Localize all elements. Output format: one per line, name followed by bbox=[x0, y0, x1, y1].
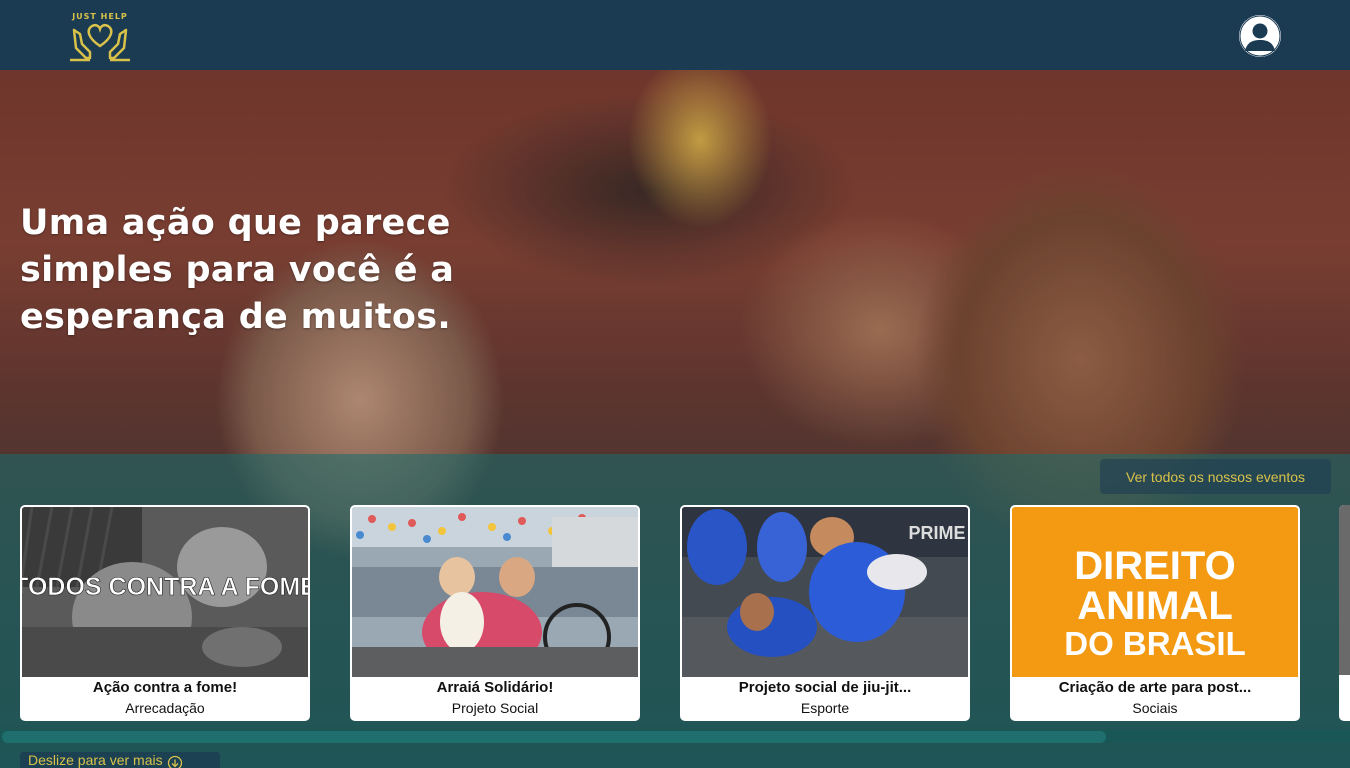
event-image-jiu-jitsu: PRIME bbox=[682, 507, 968, 677]
user-avatar-icon[interactable] bbox=[1239, 15, 1281, 57]
hero-headline: Uma ação que parece simples para você é … bbox=[20, 203, 455, 337]
event-card-category: Sociais bbox=[1132, 700, 1178, 716]
event-card-title: Arraiá Solidário! bbox=[436, 679, 554, 696]
event-card-title: Projeto social de jiu-jit... bbox=[738, 679, 912, 696]
event-card-1[interactable]: TODOS CONTRA A FOME Ação contra a fome! … bbox=[20, 505, 310, 721]
hero-banner: Uma ação que parece simples para você é … bbox=[0, 70, 1350, 768]
svg-text:JUST HELP: JUST HELP bbox=[71, 12, 128, 21]
event-card-3[interactable]: PRIME Projeto social de jiu-jit... Espor… bbox=[680, 505, 970, 721]
event-card-category: Esporte bbox=[800, 700, 850, 716]
see-all-events-button[interactable]: Ver todos os nossos eventos bbox=[1100, 459, 1331, 494]
event-card-2[interactable]: Arraiá Solidário! Projeto Social bbox=[350, 505, 640, 721]
just-help-logo[interactable]: JUST HELP bbox=[68, 8, 132, 64]
carousel-scrollbar-thumb[interactable] bbox=[2, 731, 1106, 743]
scroll-hint[interactable]: Deslize para ver mais bbox=[20, 752, 220, 768]
event-card-title: Ação contra a fome! bbox=[92, 679, 238, 696]
svg-text:TODOS CONTRA A FOME: TODOS CONTRA A FOME bbox=[22, 573, 308, 601]
event-image-animal-rights: DIREITO ANIMAL DO BRASIL bbox=[1012, 507, 1298, 677]
svg-text:DIREITO: DIREITO bbox=[1074, 544, 1236, 588]
svg-text:ANIMAL: ANIMAL bbox=[1077, 584, 1233, 628]
svg-text:PRIME: PRIME bbox=[908, 523, 965, 543]
event-card-category: Projeto Social bbox=[451, 700, 539, 716]
svg-text:DO BRASIL: DO BRASIL bbox=[1064, 625, 1246, 662]
event-card-category: Arrecadação bbox=[125, 700, 205, 716]
top-navbar: JUST HELP bbox=[0, 0, 1350, 70]
event-card-4[interactable]: DIREITO ANIMAL DO BRASIL Criação de arte… bbox=[1010, 505, 1300, 721]
event-card-next-peek[interactable] bbox=[1339, 505, 1350, 721]
events-carousel: Ver todos os nossos eventos TODOS CONTRA… bbox=[0, 454, 1350, 768]
event-card-title: Criação de arte para post... bbox=[1058, 679, 1252, 696]
event-image-food-drive: TODOS CONTRA A FOME bbox=[22, 507, 308, 677]
arrow-down-circle-icon bbox=[167, 755, 183, 768]
event-image-festival bbox=[352, 507, 638, 677]
scroll-hint-label: Deslize para ver mais bbox=[28, 752, 163, 768]
